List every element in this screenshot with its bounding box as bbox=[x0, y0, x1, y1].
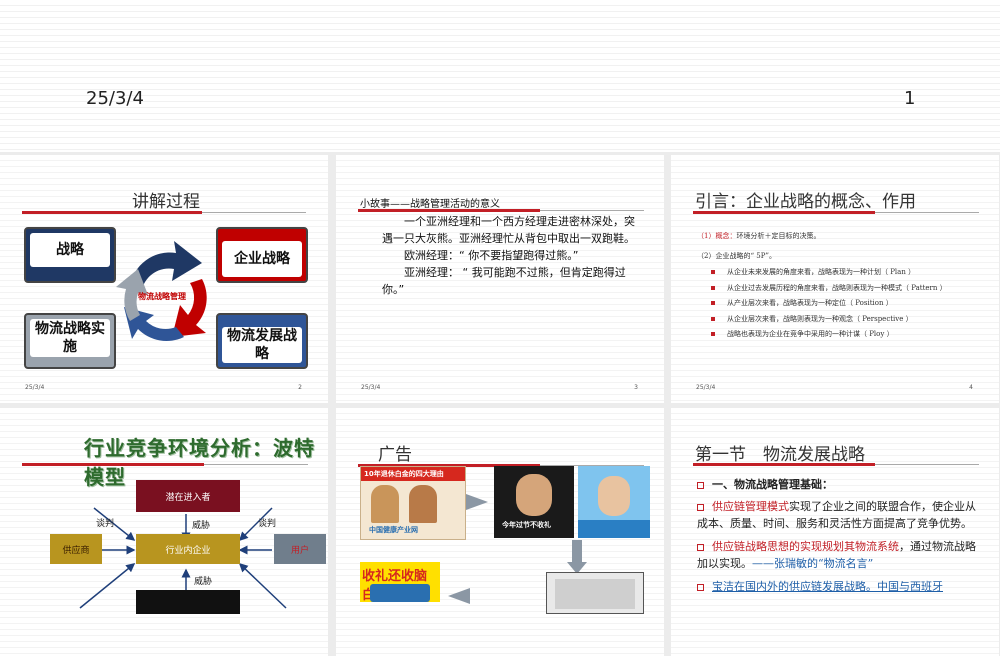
top-slide-page-number: 1 bbox=[904, 88, 916, 109]
card-logistics-implementation: 物流战略实施 bbox=[24, 313, 116, 369]
title-underline-grey bbox=[875, 212, 979, 213]
card-enterprise-strategy: 企业战略 bbox=[216, 227, 308, 283]
fivep-item: 从企业过去发展历程的角度来看，战略则表现为一种模式（ Pattern ） bbox=[711, 283, 947, 299]
box-buyers: 用户 bbox=[274, 534, 326, 564]
cycle-arrow-right bbox=[172, 279, 207, 337]
slide-footer-page: 2 bbox=[298, 384, 302, 391]
story-paragraph-1: 一个亚洲经理和一个西方经理走进密林深处，突遇一只大灰熊。亚洲经理忙从背包中取出一… bbox=[382, 215, 635, 245]
slide-title: 第一节 物流发展战略 bbox=[695, 445, 865, 465]
ad-image-3 bbox=[578, 466, 650, 538]
fivep-heading: （2）企业战略的“ 5P”。 bbox=[697, 252, 776, 260]
slide-footer-date: 25/3/4 bbox=[361, 384, 381, 391]
slide-footer-date: 25/3/4 bbox=[25, 384, 45, 391]
bullet-item: 供应链管理模式实现了企业之间的联盟合作，使企业从成本、质量、时间、服务和灵活性方… bbox=[697, 500, 976, 530]
slide-title: 小故事——战略管理活动的意义 bbox=[360, 199, 500, 210]
box-suppliers: 供应商 bbox=[50, 534, 102, 564]
fivep-list: 从企业未来发展的角度来看，战略表现为一种计划（ Plan ） 从企业过去发展历程… bbox=[711, 267, 947, 345]
concept-label: 概念： bbox=[715, 232, 737, 240]
ad-image-1-headline: 10年退休白金的四大理由 bbox=[361, 467, 465, 481]
slide-thumbnail-3[interactable]: 小故事——战略管理活动的意义 一个亚洲经理和一个西方经理走进密林深处，突遇一只大… bbox=[336, 155, 664, 403]
slide-thumbnail-4[interactable]: 引言：企业战略的概念、作用 （1）概念：环境分析＋定目标的决策。 （2）企业战略… bbox=[671, 155, 999, 403]
card-enterprise-strategy-label: 企业战略 bbox=[222, 241, 302, 277]
card-logistics-implementation-label: 物流战略实施 bbox=[30, 319, 110, 357]
ad-arrow-down-stem bbox=[572, 540, 582, 562]
slide-thumbnail-6[interactable]: 广告 10年退休白金的四大理由 中国健康产业网 今年过节不收礼 收礼还收脑白金 bbox=[336, 408, 664, 656]
card-strategy: 战略 bbox=[24, 227, 116, 283]
top-slide[interactable]: 25/3/4 1 bbox=[0, 0, 1000, 152]
title-underline-red bbox=[693, 463, 875, 466]
ad-arrow-right bbox=[466, 494, 488, 510]
ad-image-2: 今年过节不收礼 bbox=[494, 466, 574, 538]
title-underline-grey bbox=[204, 464, 308, 465]
slide-footer-page: 4 bbox=[969, 384, 973, 391]
label-negotiate-left: 谈判 bbox=[96, 519, 115, 529]
label-threat-bottom: 威胁 bbox=[194, 577, 213, 587]
title-underline-grey bbox=[540, 210, 644, 211]
title-underline-red bbox=[693, 211, 875, 214]
box-potential-entrants: 潜在进入者 bbox=[136, 480, 240, 512]
story-paragraph-3: 亚洲经理： “ 我可能跑不过熊，但肯定跑得过你。” bbox=[382, 266, 626, 296]
story-paragraph-2: 欧洲经理：“ 你不要指望跑得过熊。” bbox=[404, 249, 579, 262]
ad-image-4: 收礼还收脑白金 bbox=[360, 562, 440, 602]
card-logistics-development: 物流发展战略 bbox=[216, 313, 308, 369]
slide-title: 引言：企业战略的概念、作用 bbox=[695, 192, 916, 212]
label-negotiate-right: 谈判 bbox=[258, 519, 277, 529]
fivep-item: 从企业层次来看，战略则表现为一种观念（ Perspective ） bbox=[711, 314, 947, 330]
bullet-item: 一、物流战略管理基础： bbox=[697, 476, 977, 493]
slide-footer-page: 3 bbox=[634, 384, 638, 391]
title-underline-red bbox=[22, 463, 204, 466]
ad-image-5 bbox=[546, 572, 644, 614]
bullet-item: 宝洁在国内外的供应链发展战略。中国与西班牙 bbox=[697, 578, 983, 595]
cycle-center-label: 物流战略管理 bbox=[138, 292, 186, 301]
box-substitutes bbox=[136, 590, 240, 614]
title-underline-red bbox=[22, 211, 202, 214]
top-slide-date: 25/3/4 bbox=[86, 88, 144, 109]
slide-footer-date: 25/3/4 bbox=[696, 384, 716, 391]
fivep-item: 从企业未来发展的角度来看，战略表现为一种计划（ Plan ） bbox=[711, 267, 947, 283]
concept-text: 环境分析＋定目标的决策。 bbox=[736, 232, 821, 240]
story-text: 一个亚洲经理和一个西方经理走进密林深处，突遇一只大灰熊。亚洲经理忙从背包中取出一… bbox=[382, 213, 636, 298]
slide-title: 讲解过程 bbox=[132, 192, 200, 212]
slide-thumbnail-5[interactable]: 行业竞争环境分析：波特模型 潜在进入者 供应商 行业内企业 用户 谈判 威胁 谈… bbox=[0, 408, 328, 656]
bullet-item: 供应链战略思想的实现规划其物流系统，通过物流战略加以实现。——张瑞敏的“物流名言… bbox=[697, 540, 976, 570]
title-underline-red bbox=[358, 209, 540, 212]
concept-number: （1） bbox=[697, 232, 716, 240]
ad-arrow-left bbox=[448, 588, 470, 604]
ad-image-1-caption: 中国健康产业网 bbox=[369, 526, 418, 534]
ad-image-1: 10年退休白金的四大理由 中国健康产业网 bbox=[360, 466, 466, 540]
card-logistics-development-label: 物流发展战略 bbox=[222, 327, 302, 363]
label-threat-top: 威胁 bbox=[192, 521, 211, 531]
slide-thumbnail-7[interactable]: 第一节 物流发展战略 一、物流战略管理基础： 供应链管理模式实现了企业之间的联盟… bbox=[671, 408, 999, 656]
ad-image-2-text: 今年过节不收礼 bbox=[502, 521, 551, 529]
title-underline-grey bbox=[202, 212, 306, 213]
concept-line: （1）概念：环境分析＋定目标的决策。 bbox=[697, 231, 820, 241]
fivep-item: 战略也表现为企业在竞争中采用的一种计谋（ Ploy ） bbox=[711, 329, 947, 345]
fivep-item: 从产业层次来看，战略表现为一种定位（ Position ） bbox=[711, 298, 947, 314]
box-industry-firms: 行业内企业 bbox=[136, 534, 240, 564]
slide-thumbnail-2[interactable]: 讲解过程 战略 企业战略 物流战略实施 物流发展战略 物流战略管理 25/3/4… bbox=[0, 155, 328, 403]
slide-title: 广告 bbox=[378, 445, 412, 465]
card-strategy-label: 战略 bbox=[30, 233, 110, 267]
title-underline-grey bbox=[875, 464, 979, 465]
